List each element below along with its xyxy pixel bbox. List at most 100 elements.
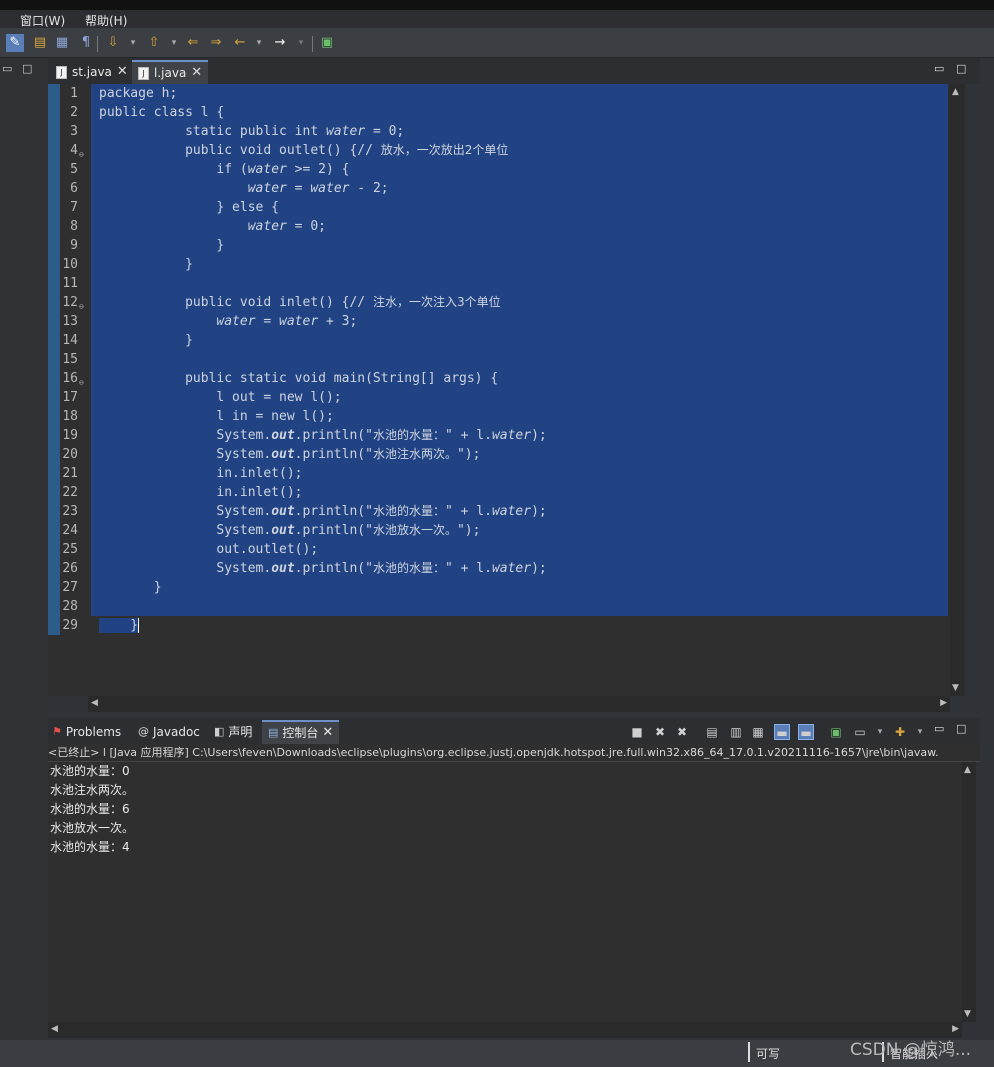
console-output[interactable]: 水池的水量：0 水池注水两次。 水池的水量：6 水池放水一次。 水池的水量：4 <box>48 762 962 1022</box>
display-console-icon[interactable]: ▭ <box>852 724 868 740</box>
code-line: 2 public class l { <box>48 103 966 122</box>
tab-console[interactable]: ▤ 控制台 ✕ <box>262 720 340 745</box>
minimize-icon[interactable]: ▭ <box>934 62 944 75</box>
console-vertical-scrollbar[interactable]: ▲ ▼ <box>962 762 976 1022</box>
tab-problems[interactable]: ⚑ Problems <box>52 720 121 744</box>
tab-declaration[interactable]: ◧ 声明 <box>214 720 252 744</box>
remove-launch-icon[interactable]: ✖ <box>652 724 668 740</box>
line-number: 6 <box>70 181 78 196</box>
code-text: public class l { <box>91 103 948 122</box>
minimize-icon[interactable]: ▭ <box>2 62 12 75</box>
code-text: } <box>91 255 948 274</box>
java-file-icon: J <box>56 65 67 79</box>
scroll-left-icon[interactable]: ◀ <box>51 1024 58 1034</box>
close-icon[interactable]: ✕ <box>117 60 128 84</box>
scroll-right-icon[interactable]: ▶ <box>952 1024 959 1034</box>
scroll-up-icon[interactable]: ▲ <box>964 765 971 775</box>
code-text: static public int water = 0; <box>91 122 948 141</box>
forward-history-icon[interactable]: ⇒ <box>207 34 225 52</box>
code-line: 3 static public int water = 0; <box>48 122 966 141</box>
close-icon[interactable]: ✕ <box>191 61 202 85</box>
code-text: public void outlet() {// 放水，一次放出2个单位 <box>91 141 948 160</box>
code-line: 23 System.out.println("水池的水量：" + l.water… <box>48 502 966 521</box>
code-text: } <box>91 331 948 350</box>
code-line: 16 ⊖ public static void main(String[] arg… <box>48 369 966 388</box>
line-number: 21 <box>62 466 78 481</box>
close-icon[interactable]: ✕ <box>322 721 333 745</box>
editor-vertical-scrollbar[interactable]: ▲ ▼ <box>950 84 964 696</box>
scroll-right-icon[interactable]: ▶ <box>940 698 947 708</box>
line-number: 7 <box>70 200 78 215</box>
remove-all-icon[interactable]: ✖ <box>674 724 690 740</box>
scroll-down-icon[interactable]: ▼ <box>964 1009 971 1019</box>
minimize-icon[interactable]: ▭ <box>934 722 944 735</box>
pencil-icon[interactable]: ✎ <box>6 34 24 52</box>
chevron-down-icon[interactable]: ▾ <box>292 34 310 52</box>
scroll-down-icon[interactable]: ▼ <box>952 683 959 693</box>
text-caret <box>138 618 140 633</box>
line-number: 12 <box>62 295 78 310</box>
scroll-left-icon[interactable]: ◀ <box>91 698 98 708</box>
line-number: 29 <box>62 618 78 633</box>
word-wrap-icon[interactable]: ▦ <box>750 724 766 740</box>
console-process-label: <已终止> l [Java 应用程序] C:\Users\feven\Downl… <box>48 744 980 762</box>
code-line: 20 System.out.println("水池注水两次。"); <box>48 445 966 464</box>
code-line: 10 } <box>48 255 966 274</box>
menu-help[interactable]: 帮助(H) <box>85 12 127 29</box>
open-console-icon[interactable]: ✚ <box>892 724 908 740</box>
console-horizontal-scrollbar[interactable]: ◀ ▶ <box>48 1022 962 1038</box>
prev-annotation-icon[interactable]: ⇧ <box>145 34 163 52</box>
tab-l-java[interactable]: J l.java ✕ <box>132 60 209 85</box>
line-number: 28 <box>62 599 78 614</box>
code-editor[interactable]: 1 package h; 2 public class l {3 static pub… <box>48 84 966 696</box>
scroll-lock-icon[interactable]: ▥ <box>728 724 744 740</box>
chevron-down-icon[interactable]: ▾ <box>912 724 928 740</box>
last-edit-icon[interactable]: ⇐ <box>184 34 202 52</box>
chevron-down-icon[interactable]: ▾ <box>872 724 888 740</box>
terminate-icon[interactable]: ■ <box>629 724 645 740</box>
maximize-icon[interactable]: □ <box>22 62 32 75</box>
maximize-icon[interactable]: □ <box>956 62 966 75</box>
forward-icon[interactable]: → <box>271 34 289 52</box>
tab-st-java[interactable]: J st.java ✕ <box>50 60 134 84</box>
code-line: 24 System.out.println("水池放水一次。"); <box>48 521 966 540</box>
status-bar: 可写 智能插入 <box>0 1040 994 1067</box>
watermark: CSDN @惊鸿... <box>850 1040 972 1060</box>
chevron-down-icon[interactable]: ▾ <box>165 34 183 52</box>
scroll-up-icon[interactable]: ▲ <box>952 87 959 97</box>
tab-label: l.java <box>154 66 187 80</box>
maximize-icon[interactable]: □ <box>956 722 966 735</box>
paragraph-icon[interactable]: ¶ <box>77 34 95 52</box>
show-stderr-icon[interactable]: ▬ <box>798 724 814 740</box>
pin-console-icon[interactable]: ▣ <box>828 724 844 740</box>
code-line: 13 water = water + 3; <box>48 312 966 331</box>
console-line: 水池注水两次。 <box>50 783 135 797</box>
editor-tab-bar: J st.java ✕ J l.java ✕ ▭ □ <box>48 58 980 84</box>
line-number: 23 <box>62 504 78 519</box>
show-stdout-icon[interactable]: ▬ <box>774 724 790 740</box>
next-annotation-icon[interactable]: ⇩ <box>104 34 122 52</box>
code-line: 18 l in = new l(); <box>48 407 966 426</box>
outline-icon[interactable]: ▦ <box>53 34 71 52</box>
chevron-down-icon[interactable]: ▾ <box>250 34 268 52</box>
clear-console-icon[interactable]: ▤ <box>704 724 720 740</box>
code-line: 27 } <box>48 578 966 597</box>
code-line: 4 ⊖ public void outlet() {// 放水，一次放出2个单位 <box>48 141 966 160</box>
back-icon[interactable]: ← <box>231 34 249 52</box>
open-type-icon[interactable]: ▤ <box>31 34 49 52</box>
code-text: System.out.println("水池的水量：" + l.water); <box>91 559 948 578</box>
code-lines: 1 package h; 2 public class l {3 static pub… <box>48 84 966 635</box>
code-text: System.out.println("水池注水两次。"); <box>91 445 948 464</box>
code-text <box>91 274 948 293</box>
line-number: 26 <box>62 561 78 576</box>
menu-bar: 窗口(W) 帮助(H) <box>0 10 994 28</box>
chevron-down-icon[interactable]: ▾ <box>124 34 142 52</box>
tab-javadoc[interactable]: @ Javadoc <box>138 720 200 744</box>
code-text: public static void main(String[] args) { <box>91 369 948 388</box>
line-number: 11 <box>62 276 78 291</box>
menu-window[interactable]: 窗口(W) <box>20 12 65 29</box>
line-number: 17 <box>62 390 78 405</box>
new-window-icon[interactable]: ▣ <box>318 34 336 52</box>
code-text: in.inlet(); <box>91 464 948 483</box>
editor-horizontal-scrollbar[interactable]: ◀ ▶ <box>88 696 950 712</box>
